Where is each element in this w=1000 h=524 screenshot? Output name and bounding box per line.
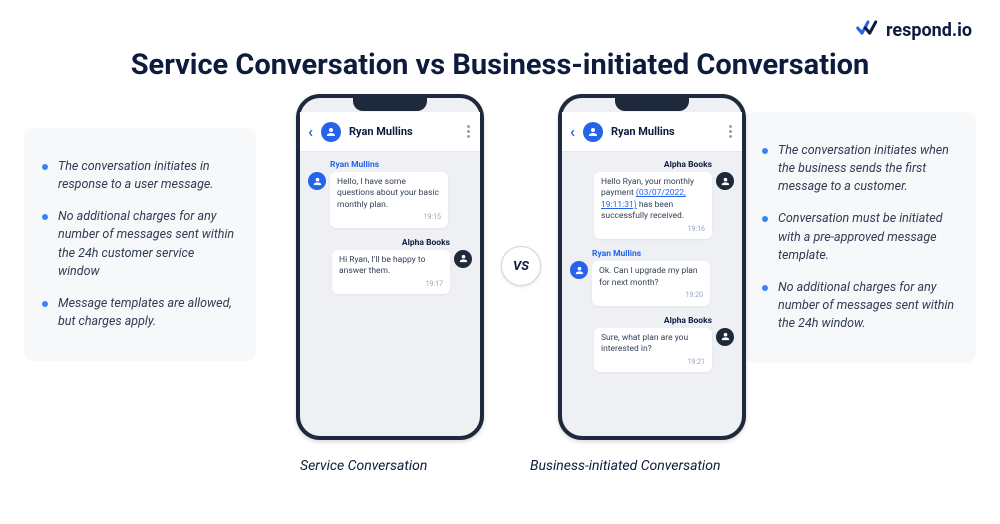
bullet-item: Message templates are allowed, but charg…	[46, 295, 238, 331]
bullet-item: No additional charges for any number of …	[766, 279, 958, 333]
message-time: 19:21	[601, 358, 705, 367]
message-business: Alpha Books Hi Ryan, I'll be happy to an…	[308, 238, 472, 294]
message-user: Ryan Mullins Ok. Can I upgrade my plan f…	[570, 249, 734, 305]
comparison-stage: The conversation initiates in response t…	[0, 94, 1000, 514]
page-title: Service Conversation vs Business-initiat…	[0, 0, 1000, 82]
bullet-item: The conversation initiates when the busi…	[766, 142, 958, 196]
message-text: Hello, I have some questions about your …	[337, 177, 439, 210]
message-time: 19:16	[601, 225, 705, 234]
message-text: Ok. Can I upgrade my plan for next month…	[599, 266, 698, 287]
phone-notch	[615, 97, 689, 111]
message-time: 19:20	[599, 291, 703, 300]
bullet-item: Conversation must be initiated with a pr…	[766, 210, 958, 264]
contact-avatar	[583, 122, 603, 142]
kebab-menu-icon[interactable]	[729, 125, 732, 138]
message-text: Sure, what plan are you interested in?	[601, 333, 688, 354]
message-list: Alpha Books Hello Ryan, your monthly pay…	[562, 152, 742, 382]
business-avatar-icon	[454, 250, 472, 268]
message-bubble: Sure, what plan are you interested in? 1…	[594, 328, 712, 372]
caption-service: Service Conversation	[300, 458, 427, 474]
back-arrow-icon[interactable]: ‹	[308, 122, 313, 141]
business-avatar-icon	[716, 328, 734, 346]
service-bullets-card: The conversation initiates in response t…	[24, 128, 256, 361]
contact-name: Ryan Mullins	[611, 125, 721, 138]
back-arrow-icon[interactable]: ‹	[570, 122, 575, 141]
chat-header: ‹ Ryan Mullins	[300, 112, 480, 152]
business-avatar-icon	[716, 172, 734, 190]
message-business: Alpha Books Hello Ryan, your monthly pay…	[570, 160, 734, 239]
bullet-item: No additional charges for any number of …	[46, 208, 238, 281]
message-user: Ryan Mullins Hello, I have some question…	[308, 160, 472, 228]
message-bubble: Hello, I have some questions about your …	[330, 172, 448, 228]
bullet-item: The conversation initiates in response t…	[46, 158, 238, 194]
caption-business: Business-initiated Conversation	[530, 458, 720, 474]
message-sender: Ryan Mullins	[592, 249, 641, 259]
phone-notch	[353, 97, 427, 111]
brand-logo: respond.io	[856, 18, 972, 43]
contact-name: Ryan Mullins	[349, 125, 459, 138]
phone-business: ‹ Ryan Mullins Alpha Books Hello Ryan, y…	[558, 94, 746, 440]
user-avatar-icon	[308, 172, 326, 190]
brand-name: respond.io	[886, 20, 972, 41]
message-text: Hi Ryan, I'll be happy to answer them.	[339, 255, 425, 276]
message-time: 19:17	[339, 280, 443, 289]
check-pair-icon	[856, 18, 880, 43]
business-bullets-card: The conversation initiates when the busi…	[744, 112, 976, 363]
message-sender: Alpha Books	[402, 238, 450, 248]
kebab-menu-icon[interactable]	[467, 125, 470, 138]
message-sender: Alpha Books	[664, 316, 712, 326]
contact-avatar	[321, 122, 341, 142]
message-bubble: Ok. Can I upgrade my plan for next month…	[592, 261, 710, 305]
message-sender: Alpha Books	[664, 160, 712, 170]
chat-header: ‹ Ryan Mullins	[562, 112, 742, 152]
phone-service: ‹ Ryan Mullins Ryan Mullins Hello, I hav…	[296, 94, 484, 440]
message-bubble: Hi Ryan, I'll be happy to answer them. 1…	[332, 250, 450, 294]
user-avatar-icon	[570, 261, 588, 279]
message-business: Alpha Books Sure, what plan are you inte…	[570, 316, 734, 372]
message-time: 19:15	[337, 213, 441, 222]
message-list: Ryan Mullins Hello, I have some question…	[300, 152, 480, 304]
message-sender: Ryan Mullins	[330, 160, 379, 170]
message-bubble: Hello Ryan, your monthly payment (03/07/…	[594, 172, 712, 239]
vs-badge: VS	[501, 246, 541, 286]
